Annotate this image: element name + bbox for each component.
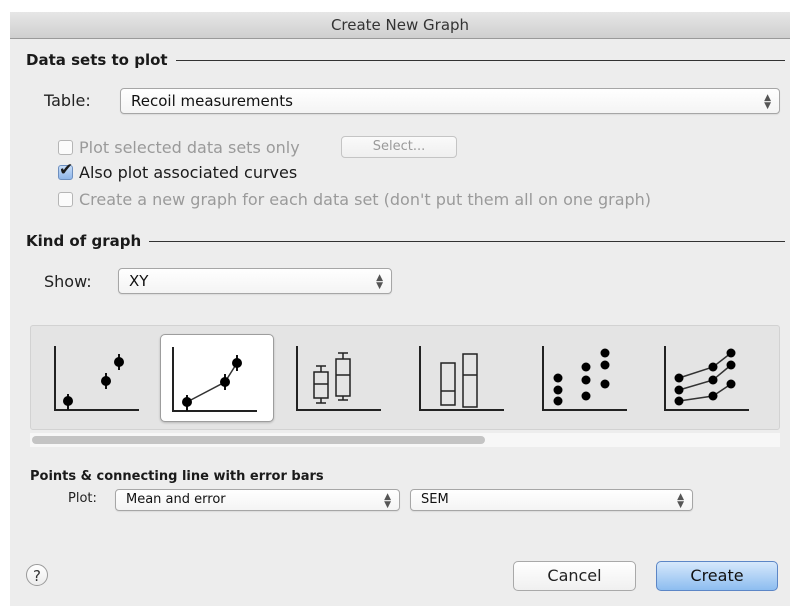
show-select[interactable]: XY ▲ ▼: [118, 268, 392, 294]
plot-associated-curves-option[interactable]: Also plot associated curves: [58, 160, 298, 182]
section-divider: [149, 240, 785, 242]
table-select[interactable]: Recoil measurements ▲ ▼: [120, 88, 780, 114]
scatter-columns-icon: [542, 346, 627, 411]
stepper-arrows-icon: ▲ ▼: [764, 93, 771, 111]
plot-associated-curves-checkbox[interactable]: [58, 160, 73, 180]
data-sets-heading: Data sets to plot: [26, 51, 785, 69]
plot-selected-only-checkbox[interactable]: [58, 140, 73, 155]
plot-select[interactable]: Mean and error ▲ ▼: [115, 489, 400, 511]
graph-type-points-error-bars[interactable]: [43, 334, 157, 422]
new-graph-each-checkbox[interactable]: [58, 192, 73, 207]
help-icon: ?: [33, 567, 41, 585]
new-graph-each-label: Create a new graph for each data set (do…: [79, 190, 652, 209]
table-label: Table:: [44, 91, 91, 110]
stepper-arrows-icon: ▲ ▼: [677, 492, 684, 510]
graph-type-floating-bars[interactable]: [408, 334, 522, 422]
error-type-select-value: SEM: [421, 492, 449, 507]
create-button[interactable]: Create: [656, 561, 778, 591]
data-sets-heading-text: Data sets to plot: [26, 51, 168, 69]
show-label: Show:: [44, 272, 92, 291]
error-type-select[interactable]: SEM ▲ ▼: [410, 489, 693, 511]
gallery-scrollbar[interactable]: [30, 433, 780, 447]
stepper-arrows-icon: ▲ ▼: [384, 492, 391, 510]
window-title: Create New Graph: [10, 12, 790, 39]
graph-type-points-connecting-line[interactable]: [160, 334, 274, 422]
plot-associated-curves-label: Also plot associated curves: [79, 163, 298, 182]
graph-type-scatter-columns[interactable]: [531, 334, 645, 422]
multiple-lines-icon: [664, 346, 749, 411]
plot-select-value: Mean and error: [126, 492, 226, 507]
select-button[interactable]: Select...: [341, 136, 457, 158]
table-select-value: Recoil measurements: [131, 92, 293, 110]
plot-label: Plot:: [68, 491, 97, 506]
graph-type-multiple-lines[interactable]: [653, 334, 767, 422]
show-select-value: XY: [129, 272, 149, 290]
new-graph-each-option[interactable]: Create a new graph for each data set (do…: [58, 190, 651, 209]
graph-type-box-whiskers[interactable]: [285, 334, 399, 422]
box-whiskers-icon: [296, 346, 381, 411]
kind-of-graph-heading-text: Kind of graph: [26, 232, 142, 250]
create-new-graph-dialog: Create New Graph Data sets to plot Table…: [10, 12, 790, 606]
kind-of-graph-heading: Kind of graph: [26, 232, 785, 250]
gallery-scrollbar-thumb[interactable]: [32, 436, 485, 444]
floating-bars-icon: [419, 346, 504, 411]
plot-selected-only-label: Plot selected data sets only: [79, 138, 300, 157]
help-button[interactable]: ?: [26, 564, 48, 586]
plot-options-heading: Points & connecting line with error bars: [30, 469, 324, 484]
graph-type-gallery: [30, 325, 780, 430]
section-divider: [175, 59, 785, 61]
plot-selected-only-option[interactable]: Plot selected data sets only: [58, 138, 300, 157]
points-error-bars-icon: [54, 346, 139, 411]
stepper-arrows-icon: ▲ ▼: [376, 273, 383, 291]
cancel-button[interactable]: Cancel: [513, 561, 636, 591]
points-connecting-line-icon: [172, 347, 257, 412]
